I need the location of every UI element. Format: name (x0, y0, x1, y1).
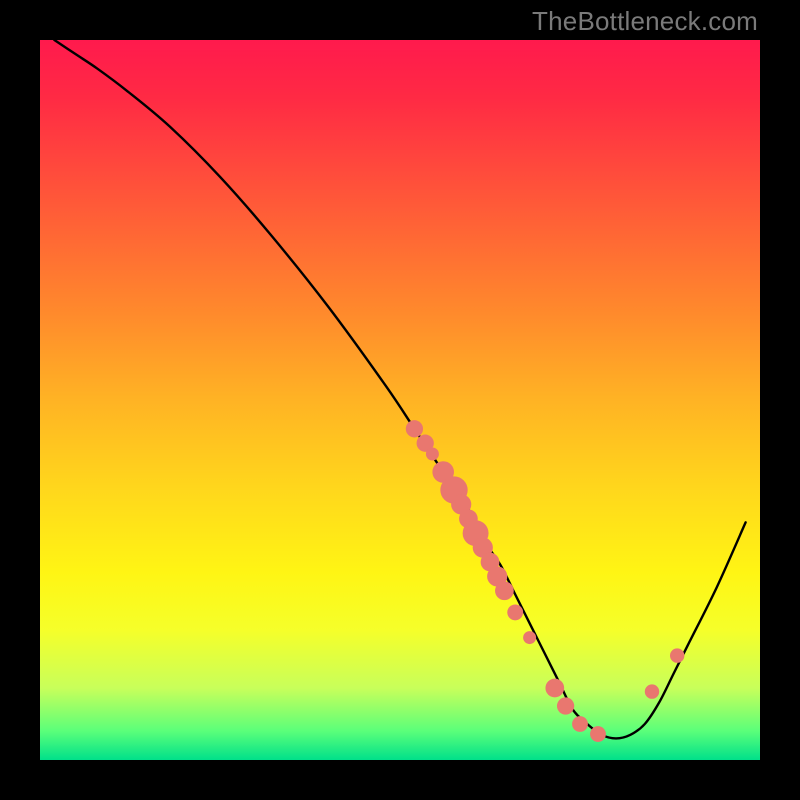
chart-marker (572, 716, 588, 732)
chart-curve (54, 40, 745, 738)
chart-marker (495, 581, 514, 600)
chart-marker (590, 726, 606, 742)
chart-marker (507, 604, 523, 620)
stage: TheBottleneck.com (0, 0, 800, 800)
chart-marker (545, 679, 564, 698)
chart-marker (523, 631, 536, 644)
watermark-text: TheBottleneck.com (532, 6, 758, 37)
chart-marker (557, 697, 574, 714)
chart-plot-area: TheBottleneck.com (40, 40, 760, 760)
chart-markers (406, 420, 685, 742)
chart-marker (426, 448, 439, 461)
chart-svg (40, 40, 760, 760)
chart-marker (406, 420, 423, 437)
chart-marker (645, 684, 659, 698)
chart-marker (670, 648, 684, 662)
